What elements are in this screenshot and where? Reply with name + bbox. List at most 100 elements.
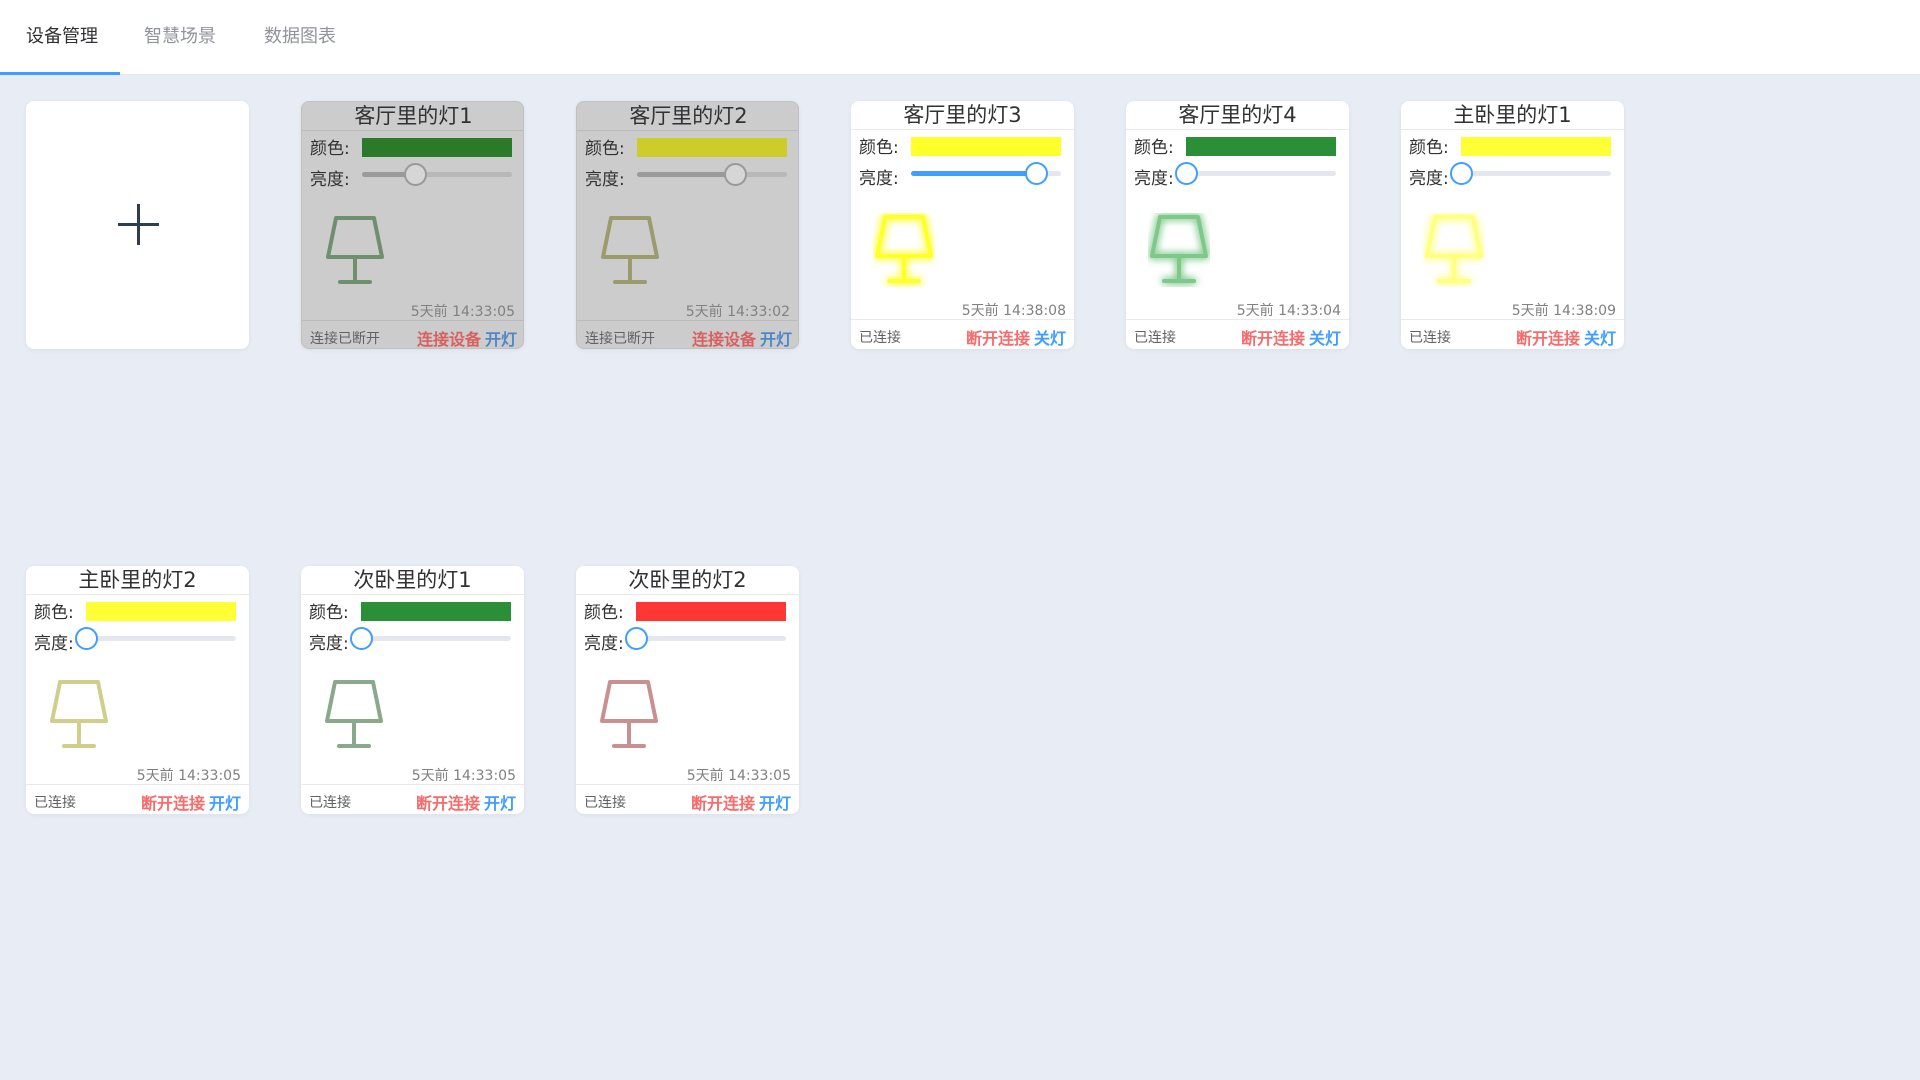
last-updated-timestamp: 5天前 14:33:05: [410, 304, 515, 320]
device-name: 主卧里的灯1: [1401, 101, 1624, 130]
last-updated-timestamp: 5天前 14:33:05: [411, 768, 516, 784]
last-updated-timestamp: 5天前 14:33:05: [136, 768, 241, 784]
connect-toggle-button[interactable]: 连接设备: [417, 330, 481, 348]
slider-thumb[interactable]: [350, 627, 373, 650]
device-card: 主卧里的灯2 颜色: 亮度: 5天前 14:33:05 已连接 断开连接 开灯: [26, 566, 249, 814]
light-toggle-button[interactable]: 开灯: [209, 794, 241, 813]
color-label: 颜色:: [584, 603, 624, 623]
color-label: 颜色:: [309, 603, 349, 623]
last-updated-timestamp: 5天前 14:33:04: [1236, 303, 1341, 319]
connection-status: 已连接: [1409, 330, 1451, 346]
brightness-slider[interactable]: [1450, 160, 1611, 186]
card-footer: 连接已断开 连接设备 开灯: [577, 320, 798, 348]
connect-toggle-button[interactable]: 断开连接: [691, 794, 755, 813]
tab-smart-scenes[interactable]: 智慧场景: [144, 0, 216, 74]
connect-toggle-button[interactable]: 断开连接: [416, 794, 480, 813]
slider-fill: [637, 172, 735, 177]
lamp-icon: [324, 214, 386, 288]
device-name: 客厅里的灯4: [1126, 101, 1349, 130]
device-card: 客厅里的灯3 颜色: 亮度: 5天前 14:38:08 已连接 断开连接 关灯: [851, 101, 1074, 349]
light-toggle-button[interactable]: 关灯: [1584, 329, 1616, 348]
color-swatch[interactable]: [637, 138, 787, 157]
color-swatch[interactable]: [362, 138, 512, 157]
lamp-icon: [873, 213, 935, 287]
card-footer: 已连接 断开连接 开灯: [576, 784, 799, 814]
connection-status: 连接已断开: [585, 331, 655, 347]
brightness-slider[interactable]: [75, 625, 236, 651]
brightness-slider[interactable]: [637, 161, 787, 187]
connect-toggle-button[interactable]: 连接设备: [692, 330, 756, 348]
light-toggle-button[interactable]: 关灯: [1034, 329, 1066, 348]
light-toggle-button[interactable]: 开灯: [485, 330, 517, 348]
device-name: 次卧里的灯2: [576, 566, 799, 595]
tab-device-management[interactable]: 设备管理: [26, 0, 98, 74]
brightness-label: 亮度:: [585, 170, 625, 190]
slider-track: [1461, 171, 1611, 176]
brightness-slider[interactable]: [625, 625, 786, 651]
card-actions: 连接设备 开灯: [417, 326, 517, 348]
light-toggle-button[interactable]: 开灯: [760, 330, 792, 348]
card-actions: 断开连接 开灯: [691, 790, 791, 814]
brightness-slider[interactable]: [1175, 160, 1336, 186]
device-name: 客厅里的灯2: [577, 102, 798, 131]
color-swatch[interactable]: [361, 602, 511, 621]
brightness-slider[interactable]: [911, 160, 1061, 186]
color-label: 颜色:: [310, 139, 350, 159]
connect-toggle-button[interactable]: 断开连接: [141, 794, 205, 813]
slider-track: [636, 636, 786, 641]
slider-thumb[interactable]: [625, 627, 648, 650]
slider-track: [86, 636, 236, 641]
device-card: 客厅里的灯4 颜色: 亮度: 5天前 14:33:04 已连接 断开连接 关灯: [1126, 101, 1349, 349]
card-footer: 已连接 断开连接 关灯: [1401, 319, 1624, 349]
slider-thumb[interactable]: [1175, 162, 1198, 185]
brightness-slider[interactable]: [350, 625, 511, 651]
device-name: 客厅里的灯3: [851, 101, 1074, 130]
add-device-card[interactable]: [26, 101, 249, 349]
color-label: 颜色:: [34, 603, 74, 623]
connection-status: 连接已断开: [310, 331, 380, 347]
brightness-slider[interactable]: [362, 161, 512, 187]
card-actions: 断开连接 关灯: [1516, 325, 1616, 349]
slider-thumb[interactable]: [1450, 162, 1473, 185]
tab-data-charts[interactable]: 数据图表: [264, 0, 336, 74]
slider-thumb[interactable]: [723, 163, 747, 186]
card-footer: 连接已断开 连接设备 开灯: [302, 320, 523, 348]
tab-bar: 设备管理 智慧场景 数据图表: [0, 0, 1920, 75]
slider-thumb[interactable]: [75, 627, 98, 650]
connect-toggle-button[interactable]: 断开连接: [1241, 329, 1305, 348]
light-toggle-button[interactable]: 关灯: [1309, 329, 1341, 348]
slider-thumb[interactable]: [403, 163, 427, 186]
device-name: 次卧里的灯1: [301, 566, 524, 595]
device-card: 次卧里的灯2 颜色: 亮度: 5天前 14:33:05 已连接 断开连接 开灯: [576, 566, 799, 814]
card-footer: 已连接 断开连接 关灯: [1126, 319, 1349, 349]
color-swatch[interactable]: [1461, 137, 1611, 156]
color-swatch[interactable]: [86, 602, 236, 621]
last-updated-timestamp: 5天前 14:33:05: [686, 768, 791, 784]
device-card: 主卧里的灯1 颜色: 亮度: 5天前 14:38:09 已连接 断开连接 关灯: [1401, 101, 1624, 349]
device-name: 客厅里的灯1: [302, 102, 523, 131]
color-label: 颜色:: [1134, 138, 1174, 158]
last-updated-timestamp: 5天前 14:38:09: [1511, 303, 1616, 319]
color-label: 颜色:: [585, 139, 625, 159]
connect-toggle-button[interactable]: 断开连接: [966, 329, 1030, 348]
color-swatch[interactable]: [911, 137, 1061, 156]
lamp-icon: [323, 678, 385, 752]
slider-thumb[interactable]: [1024, 162, 1048, 185]
device-card: 客厅里的灯2 颜色: 亮度: 5天前 14:33:02 连接已断开 连接设备 开灯: [576, 101, 799, 349]
connection-status: 已连接: [584, 795, 626, 811]
card-actions: 连接设备 开灯: [692, 326, 792, 348]
brightness-label: 亮度:: [1134, 169, 1174, 189]
lamp-icon: [599, 214, 661, 288]
light-toggle-button[interactable]: 开灯: [484, 794, 516, 813]
color-swatch[interactable]: [1186, 137, 1336, 156]
light-toggle-button[interactable]: 开灯: [759, 794, 791, 813]
device-name: 主卧里的灯2: [26, 566, 249, 595]
card-footer: 已连接 断开连接 开灯: [301, 784, 524, 814]
lamp-icon: [598, 678, 660, 752]
card-actions: 断开连接 关灯: [966, 325, 1066, 349]
last-updated-timestamp: 5天前 14:33:02: [685, 304, 790, 320]
card-actions: 断开连接 开灯: [141, 790, 241, 814]
connect-toggle-button[interactable]: 断开连接: [1516, 329, 1580, 348]
color-swatch[interactable]: [636, 602, 786, 621]
brightness-label: 亮度:: [584, 634, 624, 654]
